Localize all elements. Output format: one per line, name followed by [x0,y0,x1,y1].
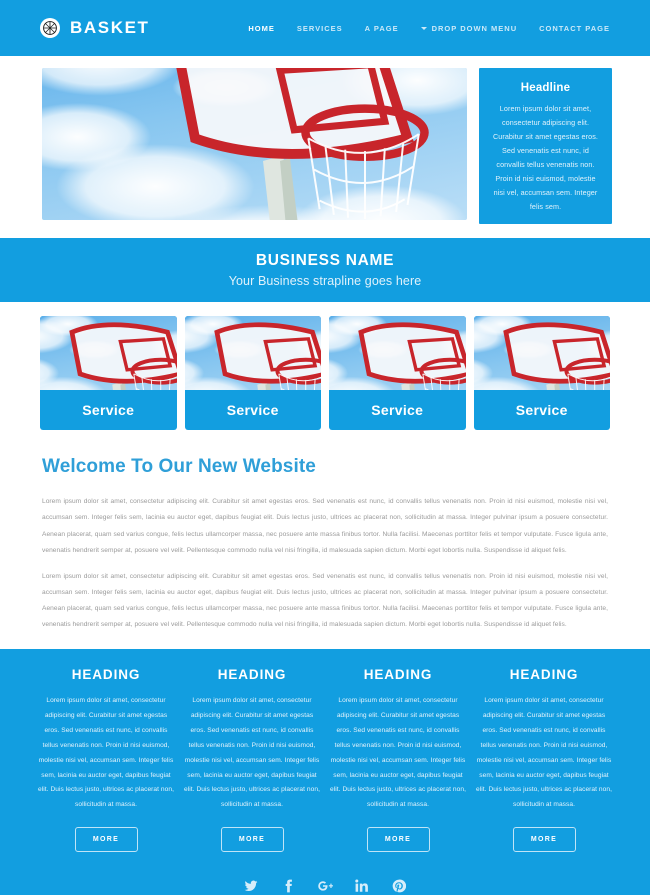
hero-image [42,68,467,220]
feature-text-1: Lorem ipsum dolor sit amet, consectetur … [38,697,174,809]
service-card-1[interactable]: Service [40,316,177,431]
headline-panel: Headline Lorem ipsum dolor sit amet, con… [479,68,612,225]
business-strapline: Your Business strapline goes here [228,274,422,289]
basketball-icon [40,18,60,38]
page-root: BASKET HOME SERVICES A PAGE DROP DOWN ME… [0,0,650,895]
feature-column-2: HEADING Lorem ipsum dolor sit amet, cons… [184,667,320,852]
social-links [0,874,650,895]
nav-item-services[interactable]: SERVICES [297,24,343,33]
linkedin-icon[interactable] [354,878,370,894]
business-name: BUSINESS NAME [255,252,395,270]
feature-column-1: HEADING Lorem ipsum dolor sit amet, cons… [38,667,174,852]
service-caption-3: Service [371,402,424,419]
site-header: BASKET HOME SERVICES A PAGE DROP DOWN ME… [0,0,650,56]
headline-title: Headline [520,82,571,94]
service-caption-1: Service [82,402,135,419]
services-row: Service Service Service Service [0,302,650,437]
service-image-2 [185,316,322,390]
feature-button-wrap-1: MORE [38,827,174,852]
welcome-heading: Welcome To Our New Website [42,456,316,478]
features-row: HEADING Lorem ipsum dolor sit amet, cons… [0,649,650,874]
service-image-3 [329,316,466,390]
service-card-3[interactable]: Service [329,316,466,431]
welcome-section: Welcome To Our New Website Lorem ipsum d… [0,436,650,650]
service-caption-4: Service [515,402,568,419]
nav-item-drop-down-menu[interactable]: DROP DOWN MENU [421,24,518,33]
business-band: BUSINESS NAME Your Business strapline go… [0,238,650,303]
welcome-paragraph-1: Lorem ipsum dolor sit amet, consectetur … [42,498,608,554]
basketball-hoop-illustration [42,68,467,220]
service-caption-2: Service [226,402,279,419]
more-button-4[interactable]: MORE [512,827,576,852]
more-button-2[interactable]: MORE [220,827,284,852]
nav-item-a-page[interactable]: A PAGE [365,24,399,33]
more-button-3[interactable]: MORE [366,827,430,852]
nav-item-contact-page[interactable]: CONTACT PAGE [539,24,610,33]
service-card-4[interactable]: Service [473,316,611,431]
nav-item-home[interactable]: HOME [248,24,275,33]
feature-text-3: Lorem ipsum dolor sit amet, consectetur … [330,697,466,809]
service-card-2[interactable]: Service [184,316,322,431]
feature-heading-4: HEADING [509,667,579,683]
main-navigation: HOME SERVICES A PAGE DROP DOWN MENU CONT… [248,24,610,33]
facebook-icon[interactable] [280,878,296,894]
feature-heading-1: HEADING [71,667,141,683]
pinterest-icon[interactable] [391,878,407,894]
feature-button-wrap-2: MORE [184,827,320,852]
service-image-4 [474,316,611,390]
more-button-1[interactable]: MORE [74,827,138,852]
feature-button-wrap-4: MORE [476,827,612,852]
brand-name: BASKET [70,18,150,37]
feature-heading-3: HEADING [363,667,433,683]
feature-column-3: HEADING Lorem ipsum dolor sit amet, cons… [330,667,466,852]
twitter-icon[interactable] [243,878,259,894]
welcome-paragraph-2: Lorem ipsum dolor sit amet, consectetur … [42,572,608,629]
brand-logo[interactable]: BASKET [40,18,150,38]
headline-text: Lorem ipsum dolor sit amet, consectetur … [492,104,599,212]
service-image-1 [40,316,177,390]
feature-text-4: Lorem ipsum dolor sit amet, consectetur … [476,697,612,809]
feature-text-2: Lorem ipsum dolor sit amet, consectetur … [184,697,320,809]
feature-heading-2: HEADING [217,667,287,683]
feature-button-wrap-3: MORE [330,827,466,852]
feature-column-4: HEADING Lorem ipsum dolor sit amet, cons… [476,667,612,852]
hero-section: Headline Lorem ipsum dolor sit amet, con… [0,56,650,239]
google-plus-icon[interactable] [317,878,333,894]
